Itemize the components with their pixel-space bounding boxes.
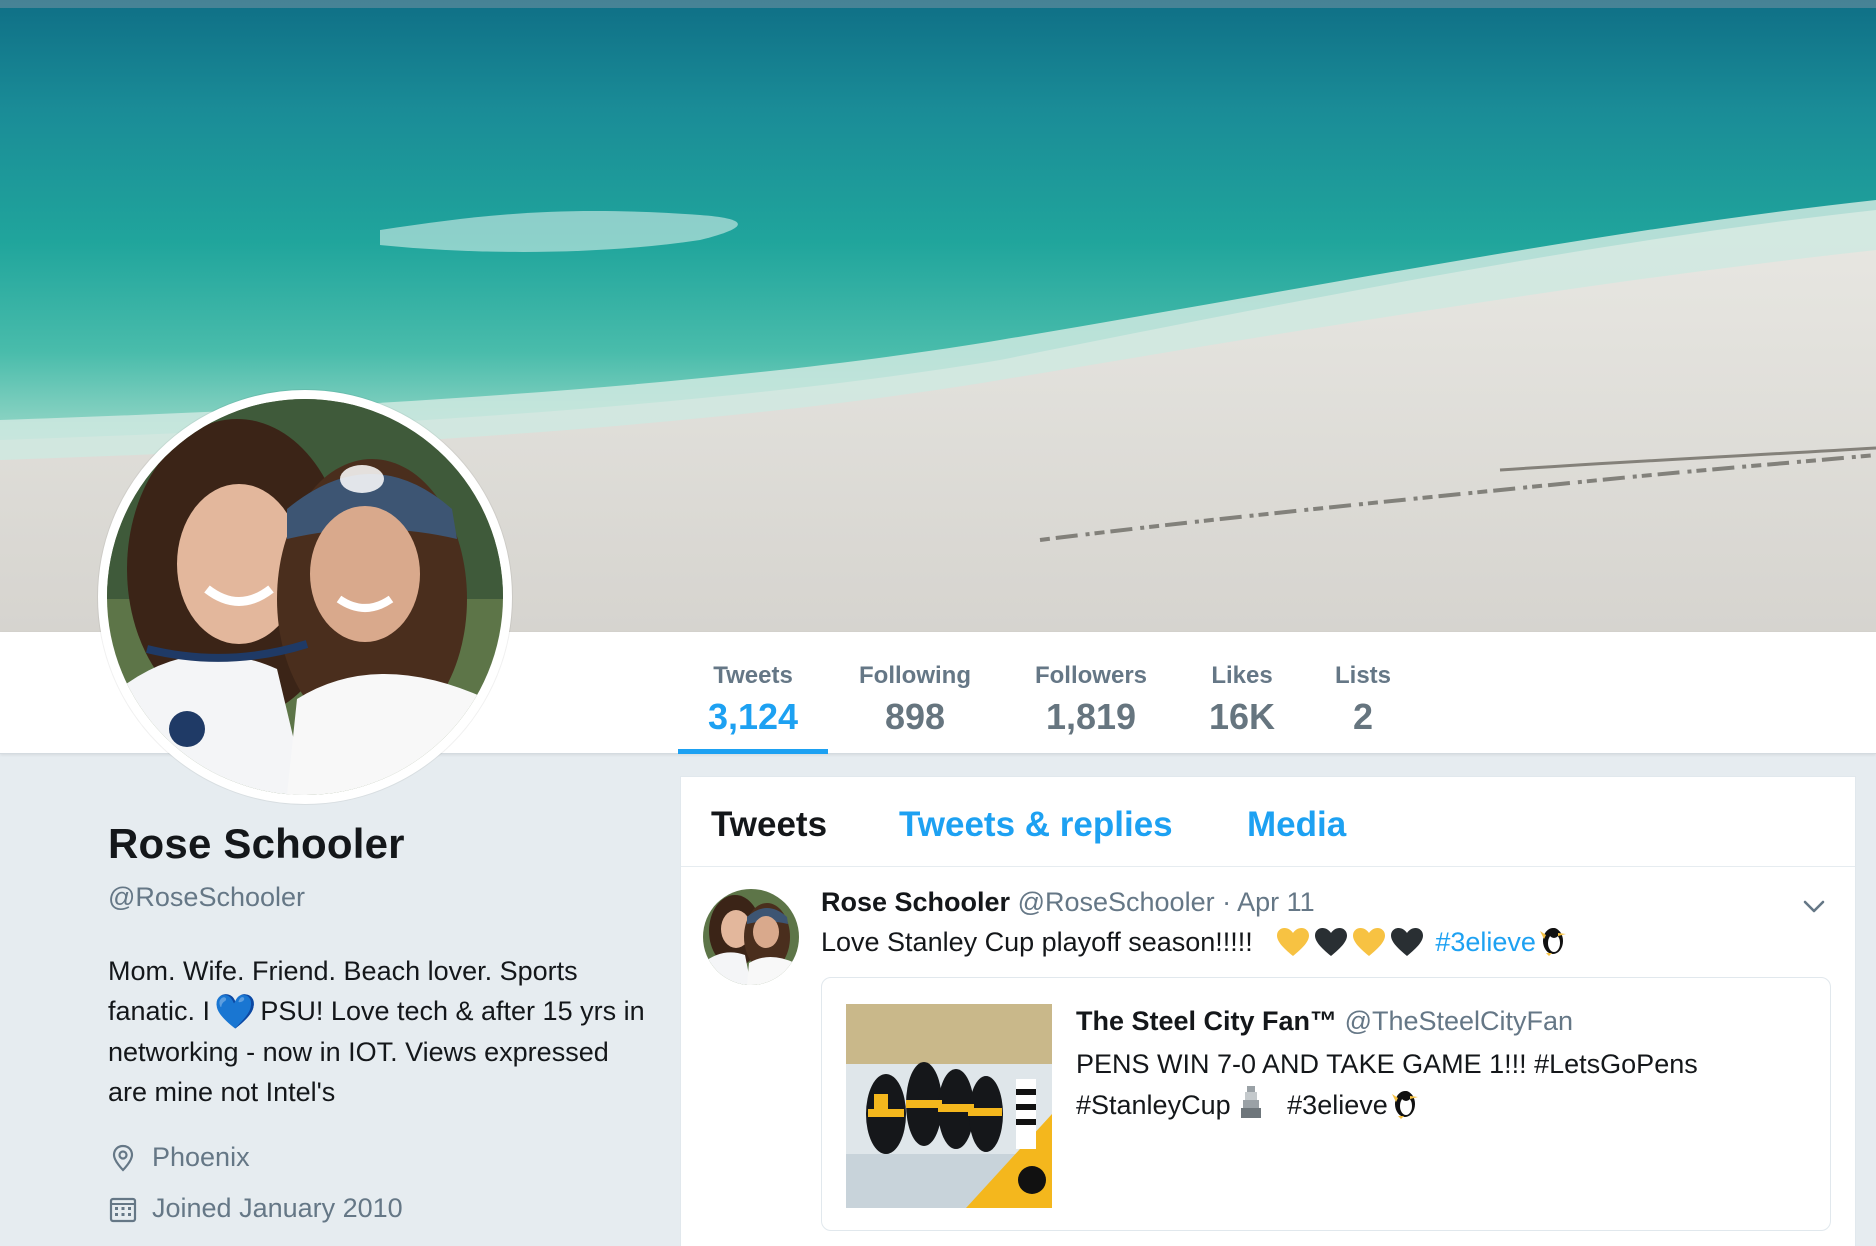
stat-label: Lists (1334, 662, 1391, 689)
tweet-header: Rose Schooler @RoseSchooler · Apr 11 (821, 887, 1315, 918)
profile-handle[interactable]: @RoseSchooler (108, 882, 648, 913)
tweet-body: Love Stanley Cup playoff season!!!!! (821, 927, 1253, 957)
stat-value: 16K (1208, 696, 1276, 737)
tab-tweets[interactable]: Tweets (711, 805, 827, 845)
map-pin-icon (112, 1144, 134, 1172)
timeline-tabs: Tweets Tweets & replies Media (681, 777, 1855, 867)
penguin-icon (1391, 1091, 1418, 1119)
stat-value: 898 (884, 696, 946, 737)
tweet-author-handle[interactable]: @RoseSchooler (1018, 887, 1215, 917)
stat-value: 1,819 (1045, 696, 1137, 737)
stat-label: Followers (1034, 662, 1148, 689)
trophy-icon (1241, 1086, 1262, 1118)
quoted-text-line: PENS WIN 7-0 AND TAKE GAME 1!!! #LetsGoP… (1076, 1049, 1698, 1079)
profile-name: Rose Schooler (108, 820, 405, 867)
profile-page: Tweets 3,124 Following 898 Followers 1,8… (0, 0, 1876, 1246)
chevron-down-icon[interactable] (1799, 891, 1829, 921)
joined-text: Joined January 2010 (152, 1193, 403, 1223)
stat-tweets[interactable]: Tweets 3,124 (678, 632, 828, 754)
stat-value: 3,124 (707, 696, 799, 737)
profile-location: Phoenix (108, 1142, 648, 1173)
calendar-icon (109, 1197, 137, 1222)
hashtag-3elieve[interactable]: #3elieve (1287, 1090, 1388, 1120)
tab-media[interactable]: Media (1247, 805, 1346, 845)
quoted-author-handle[interactable]: @TheSteelCityFan (1345, 1006, 1574, 1036)
location-text: Phoenix (152, 1142, 250, 1172)
stat-likes[interactable]: Likes 16K (1200, 632, 1284, 754)
timeline-card: Tweets Tweets & replies Media Rose Schoo… (680, 776, 1856, 1246)
hashtag-link[interactable]: #3elieve (1435, 927, 1536, 957)
blue-heart-icon: 💙 (214, 993, 257, 1031)
yellow-heart-icon (1276, 928, 1309, 956)
quoted-tweet[interactable]: The Steel City Fan™ @TheSteelCityFan PEN… (821, 977, 1831, 1231)
tab-tweets-replies[interactable]: Tweets & replies (899, 805, 1173, 845)
quoted-tweet-text: PENS WIN 7-0 AND TAKE GAME 1!!! #LetsGoP… (1076, 1044, 1796, 1125)
profile-bio: Mom. Wife. Friend. Beach lover. Sports f… (108, 951, 648, 1112)
profile-join-date: Joined January 2010 (108, 1193, 648, 1224)
tweet-author-name[interactable]: Rose Schooler (821, 887, 1010, 917)
profile-avatar[interactable] (98, 390, 512, 804)
penguin-icon (1539, 928, 1566, 956)
tweet-avatar[interactable] (703, 889, 799, 985)
stat-label: Tweets (713, 662, 793, 689)
stat-value: 2 (1352, 696, 1374, 737)
stat-lists[interactable]: Lists 2 (1328, 632, 1398, 754)
stat-label: Following (859, 662, 971, 689)
hashtag-stanleycup[interactable]: #StanleyCup (1076, 1090, 1231, 1120)
stat-label: Likes (1211, 662, 1273, 689)
tweet[interactable]: Rose Schooler @RoseSchooler · Apr 11 Lov… (681, 867, 1855, 1246)
black-heart-icon (1390, 928, 1423, 956)
black-heart-icon (1314, 928, 1347, 956)
quoted-text-line: #StanleyCup #3elieve (1076, 1084, 1796, 1125)
stat-following[interactable]: Following 898 (848, 632, 982, 754)
quoted-author-name[interactable]: The Steel City Fan™ (1076, 1006, 1337, 1036)
stat-followers[interactable]: Followers 1,819 (1024, 632, 1158, 754)
yellow-heart-icon (1352, 928, 1385, 956)
profile-card: Rose Schooler @RoseSchooler Mom. Wife. F… (108, 820, 648, 1224)
quoted-tweet-image[interactable] (846, 1004, 1052, 1208)
quoted-tweet-header: The Steel City Fan™ @TheSteelCityFan (1076, 1006, 1573, 1037)
tweet-timestamp[interactable]: · Apr 11 (1222, 887, 1315, 917)
tweet-text: Love Stanley Cup playoff season!!!!! #3e… (821, 925, 1570, 958)
